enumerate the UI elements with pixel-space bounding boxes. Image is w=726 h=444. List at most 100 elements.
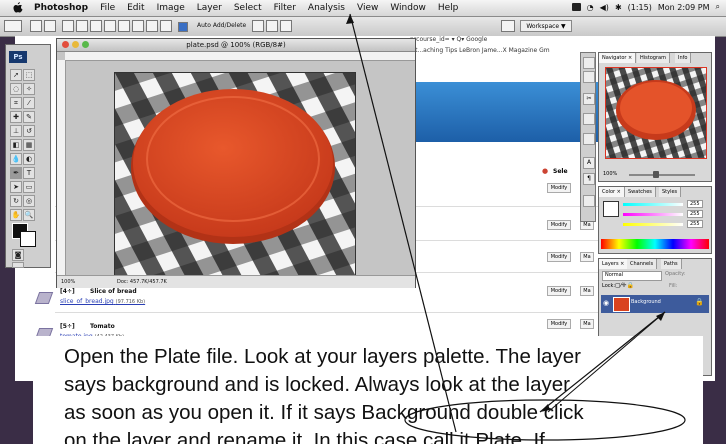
pen-tool-option-icon[interactable]	[62, 20, 74, 32]
custom-shape-option-icon[interactable]	[160, 20, 172, 32]
green-slider[interactable]	[623, 213, 683, 216]
document-size[interactable]: Doc: 457.7K/457.7K	[117, 276, 167, 288]
battery-status[interactable]: (1:15)	[628, 3, 652, 12]
tab-info[interactable]: Info	[675, 53, 692, 63]
dock-icon-8[interactable]	[583, 195, 595, 207]
lock-options-icons[interactable]: ▢⁄✛🔒	[615, 282, 634, 289]
history-brush-tool-icon[interactable]: ↺	[23, 125, 35, 137]
ma-button-3[interactable]: Ma	[580, 252, 594, 262]
paths-icon[interactable]	[44, 20, 56, 32]
browser-bookmarks-bar[interactable]: sket...aching Tips LeBron Jame...X Magaz…	[405, 47, 550, 54]
blur-tool-icon[interactable]: 💧	[10, 153, 22, 165]
rounded-rect-option-icon[interactable]	[104, 20, 116, 32]
volume-icon[interactable]: ◀)	[600, 3, 609, 12]
dock-icon-4[interactable]	[583, 113, 595, 125]
marquee-tool-icon[interactable]: ⬚	[23, 69, 35, 81]
move-tool-icon[interactable]: ➚	[10, 69, 22, 81]
eyedropper-tool-icon[interactable]: ⁄	[23, 97, 35, 109]
type-tool-icon[interactable]: T	[23, 167, 35, 179]
freeform-pen-option-icon[interactable]	[76, 20, 88, 32]
zoom-level[interactable]: 100%	[61, 276, 75, 288]
dock-tools-icon[interactable]: ✂	[583, 93, 595, 105]
tab-color[interactable]: Color ×	[599, 187, 625, 197]
menu-app-name[interactable]: Photoshop	[34, 3, 88, 13]
dock-icon-5[interactable]	[583, 133, 595, 145]
current-tool-icon[interactable]	[4, 20, 22, 32]
document-canvas[interactable]	[114, 72, 356, 277]
ellipse-option-icon[interactable]	[118, 20, 130, 32]
rectangle-option-icon[interactable]	[90, 20, 102, 32]
quick-mask-icon[interactable]: ◙	[12, 249, 24, 261]
tab-layers[interactable]: Layers ×	[599, 259, 629, 269]
foreground-color-swatch[interactable]	[603, 201, 619, 217]
workspace-dropdown[interactable]: Workspace ▼	[520, 20, 572, 32]
tab-channels[interactable]: Channels	[627, 259, 658, 269]
row-step-select[interactable]: [4÷]	[60, 288, 75, 295]
apple-icon[interactable]	[12, 2, 24, 14]
zoom-window-icon[interactable]	[82, 41, 89, 48]
navigator-zoom-slider[interactable]	[629, 174, 695, 176]
blue-value[interactable]: 255	[687, 220, 703, 228]
color-spectrum-bar[interactable]	[601, 239, 709, 249]
pen-tool-icon[interactable]: ✒	[10, 167, 22, 179]
layer-row-background[interactable]: ◉ Background 🔒	[601, 295, 709, 313]
red-slider[interactable]	[623, 203, 683, 206]
layer-name[interactable]: Background	[631, 299, 661, 305]
screen-icon[interactable]	[571, 3, 581, 11]
bluetooth-icon[interactable]: ✱	[615, 3, 622, 12]
horizontal-ruler[interactable]	[65, 52, 415, 61]
line-option-icon[interactable]	[146, 20, 158, 32]
menu-select[interactable]: Select	[234, 3, 262, 13]
blue-slider[interactable]	[623, 223, 683, 226]
intersect-mode-icon[interactable]	[280, 20, 292, 32]
dock-icon-1[interactable]	[583, 57, 595, 69]
magic-wand-tool-icon[interactable]: ✧	[23, 83, 35, 95]
tab-paths[interactable]: Paths	[661, 259, 682, 269]
menu-edit[interactable]: Edit	[127, 3, 144, 13]
modify-button-5[interactable]: Modify	[547, 319, 571, 329]
row-step-select[interactable]: [5÷]	[60, 323, 75, 330]
tab-styles[interactable]: Styles	[659, 187, 682, 197]
minimize-window-icon[interactable]	[72, 41, 79, 48]
close-window-icon[interactable]	[62, 41, 69, 48]
polygon-option-icon[interactable]	[132, 20, 144, 32]
row-file-link[interactable]: slice_of_bread.jpg (97.716 Kb)	[60, 298, 145, 305]
gradient-tool-icon[interactable]: ▦	[23, 139, 35, 151]
menu-file[interactable]: File	[100, 3, 115, 13]
shape-layers-icon[interactable]	[30, 20, 42, 32]
3d-rotate-tool-icon[interactable]: ↻	[10, 195, 22, 207]
clone-stamp-tool-icon[interactable]: ⊥	[10, 125, 22, 137]
modify-button-4[interactable]: Modify	[547, 286, 571, 296]
menu-layer[interactable]: Layer	[197, 3, 222, 13]
combine-mode-icon[interactable]	[252, 20, 264, 32]
brush-tool-icon[interactable]: ✎	[23, 111, 35, 123]
modify-button-3[interactable]: Modify	[547, 252, 571, 262]
tab-histogram[interactable]: Histogram	[637, 53, 670, 63]
red-value[interactable]: 255	[687, 200, 703, 208]
spotlight-icon[interactable]: ⌕	[716, 2, 720, 12]
layer-visibility-eye-icon[interactable]: ◉	[603, 299, 609, 307]
menu-help[interactable]: Help	[438, 3, 459, 13]
auto-add-delete-checkbox[interactable]	[178, 22, 188, 32]
screen-mode-icon[interactable]	[12, 262, 24, 268]
menu-analysis[interactable]: Analysis	[308, 3, 345, 13]
ma-button-4[interactable]: Ma	[580, 286, 594, 296]
menu-image[interactable]: Image	[157, 3, 185, 13]
dodge-tool-icon[interactable]: ◐	[23, 153, 35, 165]
eraser-tool-icon[interactable]: ◧	[10, 139, 22, 151]
hand-tool-icon[interactable]: ✋	[10, 209, 22, 221]
modify-button-2[interactable]: Modify	[547, 220, 571, 230]
lasso-tool-icon[interactable]: ◌	[10, 83, 22, 95]
shape-tool-icon[interactable]: ▭	[23, 181, 35, 193]
dock-character-icon[interactable]: A	[583, 157, 595, 169]
background-color-icon[interactable]	[20, 231, 36, 247]
vertical-ruler[interactable]	[57, 60, 66, 275]
menu-view[interactable]: View	[357, 3, 378, 13]
wifi-icon[interactable]: ◔	[587, 3, 594, 12]
clock[interactable]: Mon 2:09 PM	[658, 3, 710, 12]
menu-window[interactable]: Window	[390, 3, 426, 13]
bridge-icon[interactable]	[501, 20, 515, 32]
navigator-slider-thumb[interactable]	[653, 171, 659, 178]
menu-filter[interactable]: Filter	[274, 3, 296, 13]
dock-paragraph-icon[interactable]: ¶	[583, 173, 595, 185]
